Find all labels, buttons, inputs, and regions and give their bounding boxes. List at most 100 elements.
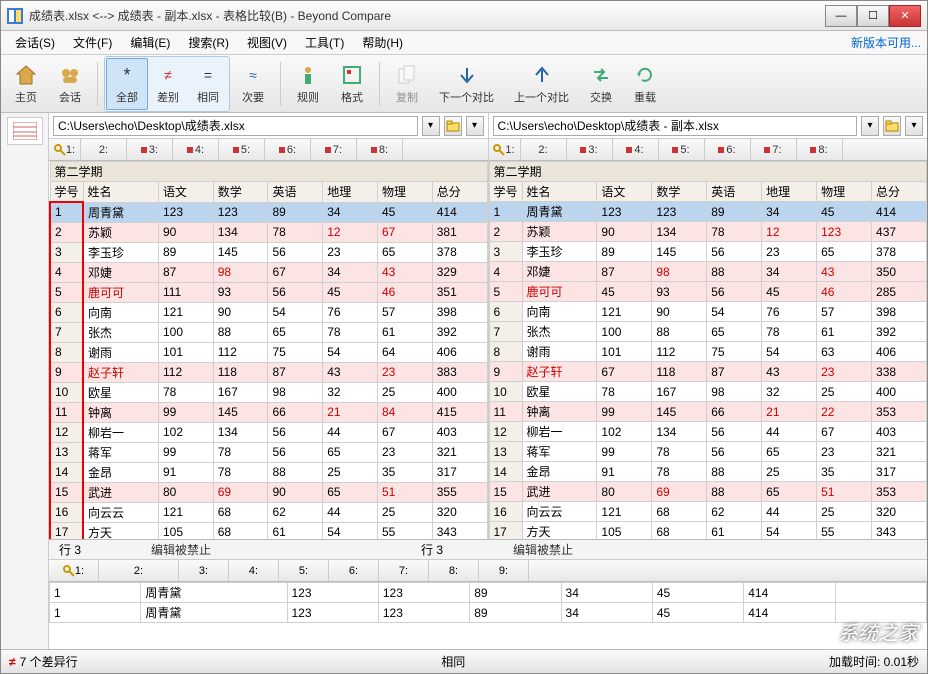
col-header-5[interactable]: 5: xyxy=(659,139,705,160)
thumbnail-button[interactable] xyxy=(7,117,43,145)
bottom-row[interactable]: 1周青黛123123893445414 xyxy=(50,603,927,623)
left-path-dropdown[interactable]: ▾ xyxy=(422,116,440,136)
table-row[interactable]: 4邓婕8798673443329 xyxy=(50,262,487,282)
table-row[interactable]: 1周青黛123123893445414 xyxy=(50,202,487,222)
col-header-key[interactable]: 1: xyxy=(489,139,521,160)
left-grid[interactable]: 第二学期学号姓名语文数学英语地理物理总分1周青黛1231238934454142… xyxy=(49,161,488,539)
table-row[interactable]: 9赵子轩67118874323338 xyxy=(489,362,927,382)
minor-button[interactable]: ≈ 次要 xyxy=(232,58,274,110)
table-row[interactable]: 15武进8069886551353 xyxy=(489,482,927,502)
menu-file[interactable]: 文件(F) xyxy=(65,31,120,54)
maximize-button[interactable]: ☐ xyxy=(857,5,889,27)
filter-diffs-button[interactable]: ≠ 差别 xyxy=(148,58,188,110)
table-row[interactable]: 6向南12190547657398 xyxy=(489,302,927,322)
menu-search[interactable]: 搜索(R) xyxy=(180,31,237,54)
table-row[interactable]: 16向云云12168624425320 xyxy=(489,502,927,522)
table-row[interactable]: 13蒋军9978566523321 xyxy=(50,442,487,462)
table-row[interactable]: 17方天10568615455343 xyxy=(50,522,487,539)
table-row[interactable]: 7张杰10088657861392 xyxy=(489,322,927,342)
new-version-link[interactable]: 新版本可用... xyxy=(851,34,921,51)
next-diff-button[interactable]: 下一个对比 xyxy=(430,58,503,110)
table-row[interactable]: 12柳岩一102134564467403 xyxy=(489,422,927,442)
table-row[interactable]: 10欧星78167983225400 xyxy=(50,382,487,402)
menu-view[interactable]: 视图(V) xyxy=(239,31,295,54)
cell: 403 xyxy=(872,422,927,442)
table-row[interactable]: 17方天10568615455343 xyxy=(489,522,927,540)
col-header-6[interactable]: 6: xyxy=(705,139,751,160)
col-header-6[interactable]: 6: xyxy=(265,139,311,160)
col-header-8[interactable]: 8: xyxy=(797,139,843,160)
close-button[interactable]: ✕ xyxy=(889,5,921,27)
table-row[interactable]: 11钟离99145662122353 xyxy=(489,402,927,422)
menu-edit[interactable]: 编辑(E) xyxy=(122,31,178,54)
col-header-key[interactable]: 1: xyxy=(49,139,81,160)
table-row[interactable]: 10欧星78167983225400 xyxy=(489,382,927,402)
sessions-button[interactable]: 会话 xyxy=(49,58,91,110)
table-row[interactable]: 14金昂9178882535317 xyxy=(50,462,487,482)
table-row[interactable]: 8谢雨101112755463406 xyxy=(489,342,927,362)
rules-button[interactable]: 规则 xyxy=(287,58,329,110)
filter-same-button[interactable]: = 相同 xyxy=(188,58,228,110)
table-row[interactable]: 13蒋军9978566523321 xyxy=(489,442,927,462)
table-row[interactable]: 12柳岩一102134564467403 xyxy=(50,422,487,442)
col-header-3[interactable]: 3: xyxy=(127,139,173,160)
reload-button[interactable]: 重载 xyxy=(624,58,666,110)
right-path-dropdown[interactable]: ▾ xyxy=(861,116,879,136)
table-row[interactable]: 7张杰10088657861392 xyxy=(50,322,487,342)
bottom-col-header[interactable]: 7: xyxy=(379,560,429,581)
table-row[interactable]: 3李玉珍89145562365378 xyxy=(50,242,487,262)
table-row[interactable]: 4邓婕8798883443350 xyxy=(489,262,927,282)
col-header-4[interactable]: 4: xyxy=(173,139,219,160)
bottom-col-header[interactable]: 5: xyxy=(279,560,329,581)
bottom-col-header[interactable]: 6: xyxy=(329,560,379,581)
col-header-2[interactable]: 2: xyxy=(521,139,567,160)
right-browse-button[interactable] xyxy=(883,116,901,136)
col-header-7[interactable]: 7: xyxy=(311,139,357,160)
copy-button[interactable]: 复制 xyxy=(386,58,428,110)
left-browse-dropdown[interactable]: ▾ xyxy=(466,116,484,136)
bottom-col-header[interactable]: 1: xyxy=(49,560,99,581)
bottom-col-header[interactable]: 8: xyxy=(429,560,479,581)
bottom-col-header[interactable]: 4: xyxy=(229,560,279,581)
table-row[interactable]: 11钟离99145662184415 xyxy=(50,402,487,422)
home-button[interactable]: 主页 xyxy=(5,58,47,110)
bottom-col-header[interactable]: 3: xyxy=(179,560,229,581)
bottom-row[interactable]: 1周青黛123123893445414 xyxy=(50,583,927,603)
right-grid[interactable]: 第二学期学号姓名语文数学英语地理物理总分1周青黛1231238934454142… xyxy=(489,161,928,539)
swap-button[interactable]: 交换 xyxy=(580,58,622,110)
col-header-8[interactable]: 8: xyxy=(357,139,403,160)
table-row[interactable]: 1周青黛123123893445414 xyxy=(489,202,927,222)
table-row[interactable]: 5鹿可可11193564546351 xyxy=(50,282,487,302)
table-row[interactable]: 3李玉珍89145562365378 xyxy=(489,242,927,262)
table-row[interactable]: 2苏颖90134781267381 xyxy=(50,222,487,242)
prev-diff-button[interactable]: 上一个对比 xyxy=(505,58,578,110)
menu-tools[interactable]: 工具(T) xyxy=(297,31,352,54)
col-header-5[interactable]: 5: xyxy=(219,139,265,160)
col-header-3[interactable]: 3: xyxy=(567,139,613,160)
table-row[interactable]: 2苏颖901347812123437 xyxy=(489,222,927,242)
table-row[interactable]: 8谢雨101112755464406 xyxy=(50,342,487,362)
table-row[interactable]: 14金昂9178882535317 xyxy=(489,462,927,482)
table-row[interactable]: 6向南12190547657398 xyxy=(50,302,487,322)
bottom-rows[interactable]: 1周青黛1231238934454141周青黛123123893445414 xyxy=(49,582,927,649)
col-header-7[interactable]: 7: xyxy=(751,139,797,160)
col-header-4[interactable]: 4: xyxy=(613,139,659,160)
menu-session[interactable]: 会话(S) xyxy=(7,31,63,54)
table-row[interactable]: 9赵子轩112118874323383 xyxy=(50,362,487,382)
bottom-col-header[interactable]: 9: xyxy=(479,560,529,581)
table-row[interactable]: 5鹿可可4593564546285 xyxy=(489,282,927,302)
left-browse-button[interactable] xyxy=(444,116,462,136)
cell: 柳岩一 xyxy=(522,422,597,442)
table-row[interactable]: 16向云云12168624425320 xyxy=(50,502,487,522)
right-path-input[interactable] xyxy=(493,116,858,136)
right-browse-dropdown[interactable]: ▾ xyxy=(905,116,923,136)
col-header-2[interactable]: 2: xyxy=(81,139,127,160)
table-row[interactable]: 15武进8069906551355 xyxy=(50,482,487,502)
bottom-col-header[interactable]: 2: xyxy=(99,560,179,581)
filter-all-button[interactable]: * 全部 xyxy=(106,58,148,110)
format-button[interactable]: 格式 xyxy=(331,58,373,110)
menu-help[interactable]: 帮助(H) xyxy=(354,31,411,54)
cell: 93 xyxy=(652,282,707,302)
minimize-button[interactable]: — xyxy=(825,5,857,27)
left-path-input[interactable] xyxy=(53,116,418,136)
